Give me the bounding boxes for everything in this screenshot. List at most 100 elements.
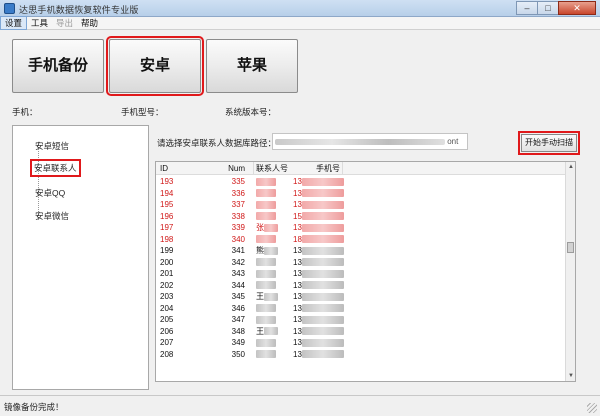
cell-phone: 13 bbox=[293, 268, 353, 280]
cell-num: 350 bbox=[231, 349, 245, 359]
status-text: 镜像备份完成！ bbox=[4, 402, 64, 412]
cell-phone-prefix: 13 bbox=[293, 223, 302, 232]
menu-tools[interactable]: 工具 bbox=[27, 17, 52, 29]
table-row[interactable]: 202 344 13 bbox=[156, 280, 566, 292]
cell-contact bbox=[256, 199, 292, 211]
table-row[interactable]: 200 342 13 bbox=[156, 257, 566, 269]
scroll-thumb[interactable] bbox=[567, 242, 574, 253]
category-tree: 安卓短信 安卓联系人 安卓QQ 安卓微信 bbox=[12, 125, 149, 390]
cell-phone-prefix: 13 bbox=[293, 280, 302, 290]
minimize-button[interactable]: – bbox=[516, 1, 538, 15]
cell-phone: 18 bbox=[293, 234, 353, 246]
phone-backup-button[interactable]: 手机备份 bbox=[12, 39, 104, 93]
cell-contact bbox=[256, 234, 292, 246]
cell-phone: 13 bbox=[293, 280, 353, 292]
tree-item-android-contacts[interactable]: 安卓联系人 bbox=[30, 159, 81, 177]
redacted-phone bbox=[301, 223, 344, 232]
header-contact[interactable]: 联系人号 bbox=[256, 163, 292, 175]
cell-num: 346 bbox=[231, 303, 245, 313]
close-button[interactable]: ✕ bbox=[558, 1, 596, 15]
redacted-contact bbox=[256, 350, 276, 359]
cell-phone: 13 bbox=[293, 245, 353, 257]
cell-id: 202 bbox=[160, 280, 174, 290]
cell-phone: 13 bbox=[293, 222, 353, 234]
table-row[interactable]: 205 347 13 bbox=[156, 314, 566, 326]
cell-phone-prefix: 13 bbox=[293, 188, 302, 198]
db-path-input[interactable]: ont bbox=[272, 133, 468, 150]
cell-phone: 13 bbox=[293, 176, 353, 188]
tree-item-android-sms[interactable]: 安卓短信 bbox=[32, 138, 72, 154]
table-row[interactable]: 201 343 13 bbox=[156, 268, 566, 280]
redacted-phone bbox=[301, 246, 344, 255]
cell-id: 206 bbox=[160, 326, 174, 336]
cell-num: 347 bbox=[231, 315, 245, 324]
app-icon bbox=[4, 3, 15, 14]
maximize-button[interactable]: □ bbox=[537, 1, 559, 15]
menu-settings[interactable]: 设置 bbox=[0, 16, 28, 30]
cell-id: 198 bbox=[160, 234, 174, 244]
redacted-contact bbox=[256, 177, 276, 186]
redacted-contact bbox=[256, 281, 276, 290]
redacted-phone bbox=[301, 177, 344, 186]
cell-contact bbox=[256, 257, 292, 269]
table-row[interactable]: 208 350 13 bbox=[156, 349, 566, 361]
cell-num: 348 bbox=[231, 326, 245, 336]
cell-num: 335 bbox=[231, 177, 245, 186]
cell-phone: 13 bbox=[293, 326, 353, 338]
android-button[interactable]: 安卓 bbox=[106, 36, 204, 96]
cell-contact bbox=[256, 268, 292, 280]
resize-grip-icon[interactable] bbox=[587, 403, 597, 413]
table-row[interactable]: 194 336 13 bbox=[156, 188, 566, 200]
cell-contact bbox=[256, 280, 292, 292]
cell-num: 345 bbox=[231, 292, 245, 301]
cell-contact-text: 王 bbox=[256, 326, 264, 336]
redacted-phone bbox=[301, 327, 344, 336]
table-row[interactable]: 196 338 15 bbox=[156, 211, 566, 223]
table-row[interactable]: 203 345 王 13 bbox=[156, 291, 566, 303]
menu-help[interactable]: 帮助 bbox=[77, 17, 102, 29]
redacted-contact bbox=[256, 200, 276, 209]
scroll-down-icon[interactable]: ▼ bbox=[568, 373, 574, 379]
cell-contact-text: 张 bbox=[256, 223, 264, 232]
table-row[interactable]: 193 335 13 bbox=[156, 176, 566, 188]
phone-label: 手机： bbox=[12, 107, 38, 117]
cell-contact bbox=[256, 314, 292, 326]
redacted-contact bbox=[256, 269, 276, 278]
vertical-scrollbar[interactable]: ▲ ▼ bbox=[565, 162, 575, 381]
tree-item-android-wechat[interactable]: 安卓微信 bbox=[32, 208, 72, 224]
cell-phone-prefix: 15 bbox=[293, 211, 302, 221]
cell-contact: 熊 bbox=[256, 245, 292, 257]
scroll-up-icon[interactable]: ▲ bbox=[568, 164, 574, 170]
apple-button[interactable]: 苹果 bbox=[206, 39, 298, 93]
redacted-phone bbox=[301, 258, 344, 267]
cell-phone: 15 bbox=[293, 211, 353, 223]
cell-contact: 王 bbox=[256, 291, 292, 303]
tree-item-android-qq[interactable]: 安卓QQ bbox=[32, 185, 68, 201]
cell-contact bbox=[256, 176, 292, 188]
menu-export[interactable]: 导出 bbox=[52, 17, 77, 29]
cell-phone-prefix: 13 bbox=[293, 315, 302, 324]
cell-id: 195 bbox=[160, 200, 174, 209]
table-row[interactable]: 207 349 13 bbox=[156, 337, 566, 349]
cell-phone-prefix: 18 bbox=[293, 234, 302, 244]
table-row[interactable]: 206 348 王 13 bbox=[156, 326, 566, 338]
phone-model-label: 手机型号： bbox=[121, 107, 164, 117]
header-divider bbox=[253, 162, 254, 175]
cell-phone-prefix: 13 bbox=[293, 257, 302, 267]
header-id[interactable]: ID bbox=[160, 163, 210, 175]
table-row[interactable]: 204 346 13 bbox=[156, 303, 566, 315]
redacted-contact bbox=[264, 223, 278, 232]
db-path-label: 请选择安卓联系人数据库路径： bbox=[157, 138, 277, 148]
cell-num: 337 bbox=[231, 200, 245, 209]
manual-scan-button[interactable]: 开始手动扫描 bbox=[518, 131, 580, 155]
header-num[interactable]: Num bbox=[211, 163, 245, 175]
redacted-phone bbox=[301, 281, 344, 290]
cell-phone: 13 bbox=[293, 349, 353, 361]
table-row[interactable]: 198 340 18 bbox=[156, 234, 566, 246]
contacts-grid[interactable]: ID Num 联系人号 手机号 193 335 13 194 336 13 195 337 13… bbox=[155, 161, 576, 382]
table-row[interactable]: 197 339 张 13 bbox=[156, 222, 566, 234]
table-row[interactable]: 195 337 13 bbox=[156, 199, 566, 211]
header-phone[interactable]: 手机号 bbox=[316, 163, 340, 175]
cell-phone: 13 bbox=[293, 199, 353, 211]
table-row[interactable]: 199 341 熊 13 bbox=[156, 245, 566, 257]
